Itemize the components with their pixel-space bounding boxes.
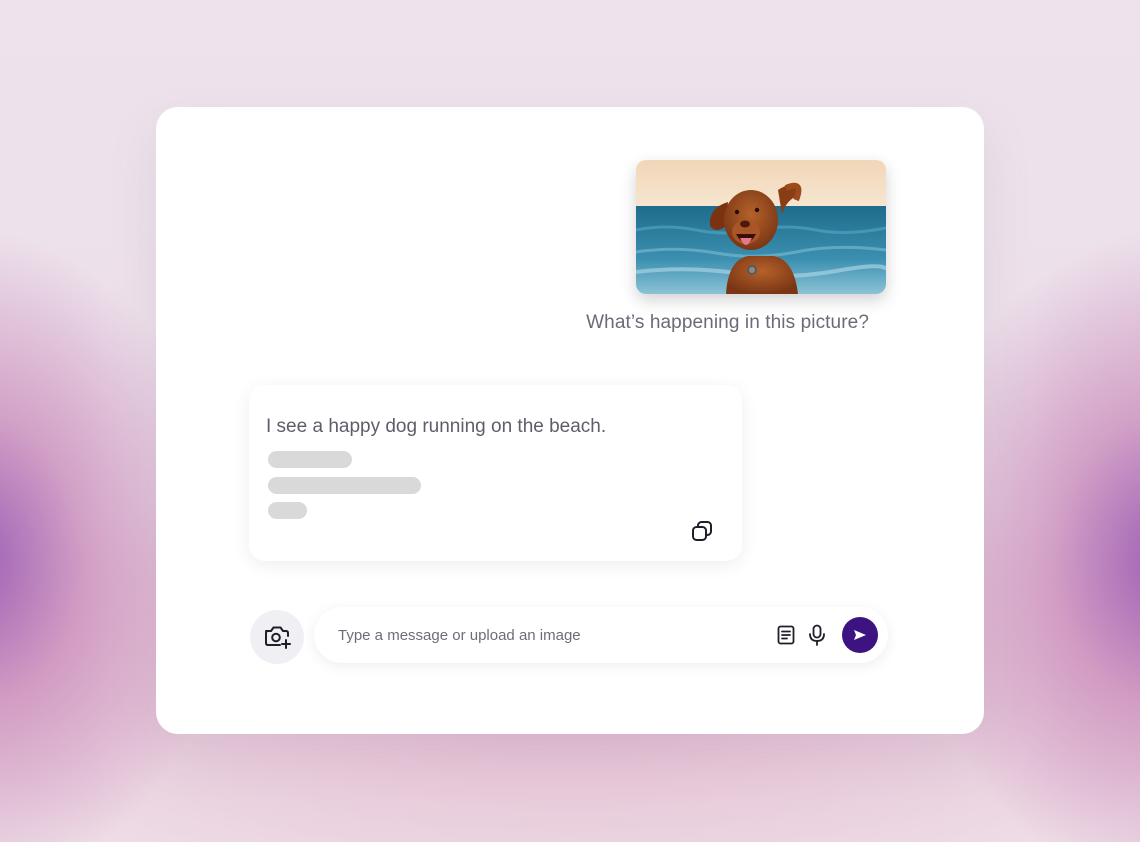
chat-window: What’s happening in this picture? I see … <box>156 107 984 734</box>
camera-upload-button[interactable] <box>250 610 304 664</box>
message-input[interactable] <box>338 621 758 649</box>
microphone-button[interactable] <box>806 622 828 648</box>
loading-placeholder-line <box>268 477 421 494</box>
assistant-reply-bubble: I see a happy dog running on the beach. <box>249 385 742 561</box>
message-composer <box>314 607 888 663</box>
send-button[interactable] <box>842 617 878 653</box>
document-button[interactable] <box>775 623 797 647</box>
user-message: What’s happening in this picture? <box>586 312 869 333</box>
microphone-icon <box>809 624 825 646</box>
send-icon <box>854 630 866 640</box>
copy-button[interactable] <box>689 518 715 544</box>
document-icon <box>777 625 795 645</box>
copy-icon <box>692 521 712 541</box>
loading-placeholder-line <box>268 502 307 519</box>
user-uploaded-image[interactable] <box>636 160 886 294</box>
camera-plus-icon <box>265 626 291 649</box>
assistant-reply-text: I see a happy dog running on the beach. <box>266 416 607 437</box>
loading-placeholder-line <box>268 451 352 468</box>
dog-on-beach-photo <box>636 160 886 294</box>
